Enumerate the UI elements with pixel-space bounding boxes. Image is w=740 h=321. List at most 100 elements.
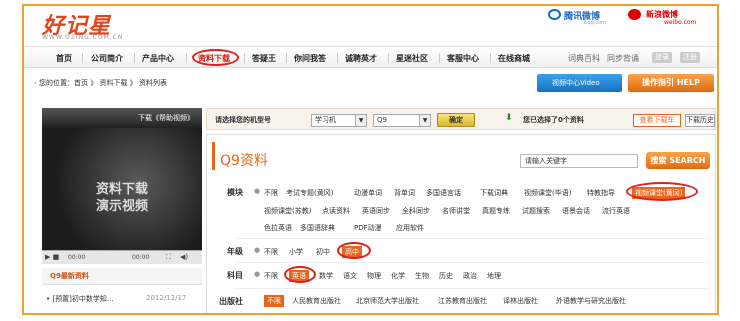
nav-about[interactable]: 公司简介: [91, 53, 123, 64]
subject-option[interactable]: 数学: [319, 271, 333, 281]
module-option[interactable]: 真题专练: [482, 206, 510, 216]
publisher-option[interactable]: 人民教育出版社: [292, 296, 341, 306]
nav-jobs[interactable]: 诚聘英才: [345, 53, 377, 64]
nav-recite[interactable]: 同步背诵: [607, 53, 639, 64]
module-option[interactable]: 语景会话: [562, 206, 590, 216]
module-option[interactable]: 特教指导: [587, 188, 615, 198]
subject-option[interactable]: 政治: [463, 271, 477, 281]
grade-label: 年级: [227, 247, 243, 256]
publisher-label: 出版社: [219, 297, 243, 306]
chevron-down-icon: ▼: [355, 115, 366, 126]
grade-option[interactable]: 不限: [264, 247, 278, 257]
module-option[interactable]: 应用软件: [396, 223, 424, 233]
subject-option[interactable]: 化学: [391, 271, 405, 281]
sina-weibo-icon[interactable]: [628, 9, 641, 20]
module-option[interactable]: 英语同步: [362, 206, 390, 216]
module-option[interactable]: 背单词: [394, 188, 415, 198]
module-option[interactable]: 多国语言话: [426, 188, 461, 198]
module-label: 模块: [227, 188, 243, 197]
info-icon: ●: [254, 270, 261, 278]
module-option[interactable]: 下载词典: [480, 188, 508, 198]
time-elapsed: 00:00: [68, 254, 86, 261]
module-option[interactable]: 视频课堂(毕语): [524, 188, 571, 198]
model-select[interactable]: Q9 ▼: [373, 114, 431, 127]
grade-option[interactable]: 小学: [289, 247, 303, 257]
tencent-weibo-icon[interactable]: [548, 9, 561, 20]
module-option[interactable]: 全科同步: [402, 206, 430, 216]
subject-option[interactable]: 物理: [367, 271, 381, 281]
view-cart-button[interactable]: 查看下载车: [633, 114, 681, 127]
publisher-option[interactable]: 译林出版社: [503, 296, 538, 306]
subject-option[interactable]: 语文: [343, 271, 357, 281]
breadcrumb-text: 您的位置：首页 》 资料下载 》 资料列表: [39, 79, 167, 87]
help-button[interactable]: 操作指引 HELP: [628, 74, 714, 92]
divider: [234, 262, 709, 263]
main-nav: 首页 公司简介 产品中心 资料下载 答疑王 你问我答 诚聘英才 星迷社区 客服中…: [24, 46, 717, 68]
nav-community[interactable]: 星迷社区: [396, 53, 428, 64]
subject-option[interactable]: 地理: [487, 271, 501, 281]
highlight-circle: [192, 49, 239, 66]
module-option[interactable]: 考试专题(黄冈): [286, 188, 333, 198]
module-option[interactable]: 名师讲堂: [442, 206, 470, 216]
module-option[interactable]: 流行英语: [602, 206, 630, 216]
latest-materials-title: Q9最新资料: [42, 268, 202, 285]
volume-icon[interactable]: ◀): [180, 253, 188, 261]
register-button[interactable]: 注册: [680, 52, 700, 63]
subject-option[interactable]: 历史: [439, 271, 453, 281]
info-icon: ●: [254, 187, 261, 195]
video-title-line2: 演示视频: [96, 199, 149, 214]
module-option[interactable]: PDF动漫: [354, 223, 382, 233]
divider: [234, 288, 709, 289]
publisher-option[interactable]: 外语教学与研究出版社: [556, 296, 626, 306]
confirm-button[interactable]: 确定: [437, 113, 475, 127]
module-option[interactable]: 点读资料: [322, 206, 350, 216]
breadcrumb: › 您的位置：首页 》 资料下载 》 资料列表: [34, 78, 167, 88]
nav-dictionary[interactable]: 词典百科: [568, 53, 600, 64]
model-selector-bar: 请选择您的机型号 学习机 ▼ Q9 ▼ 确定 ⬇ 您已选择了0个资料 查看下载车 下…: [206, 108, 716, 130]
module-option[interactable]: 视频课堂(苏教): [264, 206, 311, 216]
news-date: 2012/12/17: [146, 294, 187, 302]
tencent-weibo-sub: t.qq.com: [584, 20, 607, 26]
cart-icon: ⬇: [505, 113, 513, 123]
subject-option[interactable]: 生物: [415, 271, 429, 281]
subject-label: 科目: [227, 271, 243, 280]
chevron-down-icon: ▼: [419, 115, 430, 126]
publisher-option[interactable]: 江苏教育出版社: [438, 296, 487, 306]
publisher-option-selected[interactable]: 不限: [264, 295, 284, 307]
highlight-circle: [337, 242, 371, 259]
nav-service[interactable]: 客服中心: [447, 53, 479, 64]
history-button[interactable]: 下载历史: [685, 114, 715, 127]
selected-count: 您已选择了0个资料: [523, 116, 584, 124]
publisher-option[interactable]: 北京师范大学出版社: [356, 296, 419, 306]
grade-option[interactable]: 初中: [316, 247, 330, 257]
video-center-button[interactable]: 视频中心Video: [537, 74, 622, 92]
module-option[interactable]: 不限: [264, 188, 278, 198]
nav-home[interactable]: 首页: [56, 53, 72, 64]
fullscreen-icon[interactable]: ⛶: [166, 253, 171, 262]
nav-shop[interactable]: 在线商城: [498, 53, 530, 64]
model-type-select[interactable]: 学习机 ▼: [311, 114, 367, 127]
nav-products[interactable]: 产品中心: [142, 53, 174, 64]
play-icon[interactable]: ▶ ■: [45, 253, 59, 261]
title-accent-bar: [212, 142, 215, 170]
site-url: WWW.OZING.COM.CN: [42, 34, 124, 41]
nav-qa-king[interactable]: 答疑王: [252, 53, 276, 64]
news-item[interactable]: • [预置]初中数学知…: [46, 294, 114, 304]
module-option[interactable]: 动漫单词: [354, 188, 382, 198]
highlight-circle: [626, 182, 698, 201]
search-button[interactable]: 搜索 SEARCH: [646, 152, 710, 169]
module-option[interactable]: 色拉英语: [264, 223, 292, 233]
search-input[interactable]: 请输入关键字: [520, 154, 638, 168]
divider: [234, 238, 709, 239]
time-total: 00:00: [132, 254, 150, 261]
nav-ask-answer[interactable]: 你问我答: [294, 53, 326, 64]
sina-weibo-sub: weibo.com: [664, 19, 697, 26]
breadcrumb-arrow-icon: ›: [34, 79, 37, 87]
video-controls: ▶ ■ 00:00 00:00 ⛶ ◀): [42, 250, 202, 264]
download-video-link[interactable]: 下载《帮助视频》: [42, 108, 202, 128]
model-selector-label: 请选择您的机型号: [215, 116, 271, 124]
module-option[interactable]: 试题搜索: [522, 206, 550, 216]
subject-option[interactable]: 不限: [264, 271, 278, 281]
login-button[interactable]: 登录: [652, 52, 672, 63]
module-option[interactable]: 多国语辞典: [300, 223, 335, 233]
